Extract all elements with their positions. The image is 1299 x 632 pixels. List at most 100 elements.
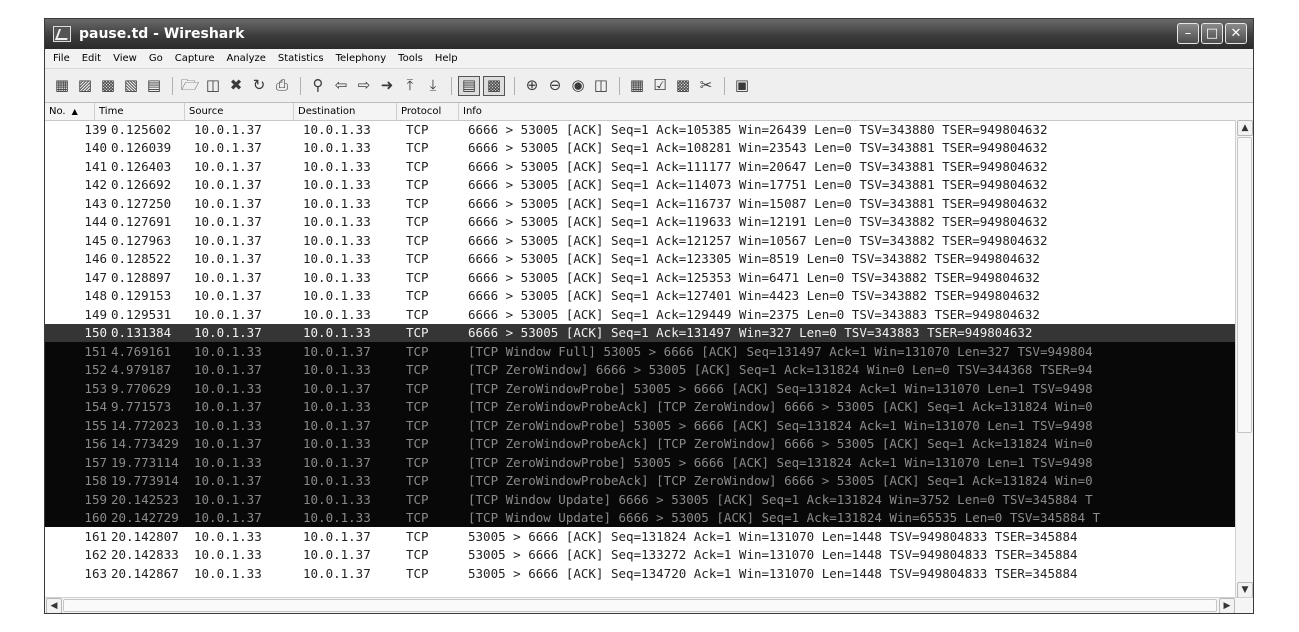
table-row[interactable]: 146 0.128522 10.0.1.37 10.0.1.33 TCP 6666 > 5… xyxy=(45,250,1235,269)
vertical-scrollbar[interactable]: ▲ ▼ xyxy=(1235,120,1253,598)
display-filters-icon[interactable]: ☑ xyxy=(649,76,671,96)
capture-options-icon[interactable]: ▨ xyxy=(74,76,96,96)
find-packet-icon[interactable]: ⚲ xyxy=(307,76,329,96)
minimize-button[interactable]: – xyxy=(1177,23,1199,44)
column-header-protocol[interactable]: Protocol xyxy=(397,103,459,120)
menu-file[interactable]: File xyxy=(47,53,76,64)
column-label: Destination xyxy=(298,106,356,117)
interface-list-icon[interactable]: ▦ xyxy=(51,76,73,96)
preferences-icon[interactable]: ✂ xyxy=(695,76,717,96)
table-row[interactable]: 141 0.126403 10.0.1.37 10.0.1.33 TCP 6666 > 5… xyxy=(45,157,1235,176)
table-row-selected[interactable]: 150 0.131384 10.0.1.37 10.0.1.33 TCP 6666 > 5… xyxy=(45,323,1235,342)
go-forward-icon[interactable]: ⇨ xyxy=(353,76,375,96)
table-row[interactable]: 142 0.126692 10.0.1.37 10.0.1.33 TCP 6666 > 5… xyxy=(45,176,1235,195)
table-row[interactable]: 160 20.142729 10.0.1.37 10.0.1.33 TCP [TCP Wi… xyxy=(45,508,1235,527)
menu-help[interactable]: Help xyxy=(429,53,464,64)
scrollbar-thumb[interactable] xyxy=(63,599,1217,612)
go-first-icon[interactable]: ⤒ xyxy=(399,76,421,96)
cell-src: 10.0.1.33 xyxy=(194,454,262,470)
table-row[interactable]: 157 19.773114 10.0.1.33 10.0.1.37 TCP [TCP Ze… xyxy=(45,453,1235,472)
cell-proto: TCP xyxy=(406,528,429,544)
horizontal-scrollbar[interactable]: ◀ ▶ xyxy=(45,597,1253,613)
cell-no: 144 xyxy=(84,214,107,230)
menu-view[interactable]: View xyxy=(107,53,143,64)
capture-filters-icon[interactable]: ▦ xyxy=(626,76,648,96)
go-last-icon[interactable]: ⤓ xyxy=(422,76,444,96)
table-row[interactable]: 140 0.126039 10.0.1.37 10.0.1.33 TCP 6666 > 5… xyxy=(45,139,1235,158)
menu-capture[interactable]: Capture xyxy=(169,53,221,64)
cell-dst: 10.0.1.33 xyxy=(303,121,371,137)
table-row[interactable]: 149 0.129531 10.0.1.37 10.0.1.33 TCP 6666 > 5… xyxy=(45,305,1235,324)
table-row[interactable]: 143 0.127250 10.0.1.37 10.0.1.33 TCP 6666 > 5… xyxy=(45,194,1235,213)
open-file-icon[interactable]: 🗁 xyxy=(179,76,201,96)
table-row[interactable]: 159 20.142523 10.0.1.37 10.0.1.33 TCP [TCP Wi… xyxy=(45,490,1235,509)
table-row[interactable]: 158 19.773914 10.0.1.37 10.0.1.33 TCP [TCP Ze… xyxy=(45,471,1235,490)
cell-time: 0.126403 xyxy=(111,158,172,174)
menu-tools[interactable]: Tools xyxy=(392,53,429,64)
help-icon[interactable]: ▣ xyxy=(731,76,753,96)
maximize-button[interactable]: □ xyxy=(1201,23,1223,44)
wireshark-window: pause.td - Wireshark – □ ✕ File Edit View G… xyxy=(44,18,1254,614)
stop-capture-icon[interactable]: ▧ xyxy=(120,76,142,96)
reload-icon[interactable]: ↻ xyxy=(248,76,270,96)
scroll-left-icon[interactable]: ◀ xyxy=(46,598,62,613)
cell-proto: TCP xyxy=(406,454,429,470)
cell-src: 10.0.1.37 xyxy=(194,251,262,267)
scroll-up-icon[interactable]: ▲ xyxy=(1237,120,1253,136)
restart-capture-icon[interactable]: ▤ xyxy=(143,76,165,96)
table-row[interactable]: 154 9.771573 10.0.1.37 10.0.1.33 TCP [TCP Zer… xyxy=(45,397,1235,416)
column-header-destination[interactable]: Destination xyxy=(294,103,397,120)
table-row[interactable]: 152 4.979187 10.0.1.37 10.0.1.33 TCP [TCP Zer… xyxy=(45,360,1235,379)
close-button[interactable]: ✕ xyxy=(1225,23,1247,44)
table-row[interactable]: 156 14.773429 10.0.1.37 10.0.1.33 TCP [TCP Ze… xyxy=(45,434,1235,453)
cell-proto: TCP xyxy=(406,547,429,563)
go-to-packet-icon[interactable]: ➜ xyxy=(376,76,398,96)
table-row[interactable]: 163 20.142867 10.0.1.33 10.0.1.37 TCP 53005 >… xyxy=(45,564,1235,583)
zoom-in-icon[interactable]: ⊕ xyxy=(521,76,543,96)
cell-src: 10.0.1.37 xyxy=(194,121,262,137)
menu-statistics[interactable]: Statistics xyxy=(272,53,330,64)
save-file-icon[interactable]: ◫ xyxy=(202,76,224,96)
table-row[interactable]: 139 0.125602 10.0.1.37 10.0.1.33 TCP 6666 > 5… xyxy=(45,120,1235,139)
go-back-icon[interactable]: ⇦ xyxy=(330,76,352,96)
column-headers: No. ▲ Time Source Destination Protocol In… xyxy=(45,103,1253,121)
column-header-time[interactable]: Time xyxy=(95,103,185,120)
cell-proto: TCP xyxy=(406,251,429,267)
start-capture-icon[interactable]: ▩ xyxy=(97,76,119,96)
cell-dst: 10.0.1.37 xyxy=(303,454,371,470)
table-row[interactable]: 153 9.770629 10.0.1.33 10.0.1.37 TCP [TCP Zer… xyxy=(45,379,1235,398)
cell-time: 0.128522 xyxy=(111,251,172,267)
scroll-down-icon[interactable]: ▼ xyxy=(1237,582,1253,598)
print-icon[interactable]: ⎙ xyxy=(271,76,293,96)
close-file-icon[interactable]: ✖ xyxy=(225,76,247,96)
scrollbar-thumb[interactable] xyxy=(1237,137,1252,433)
resize-columns-icon[interactable]: ◫ xyxy=(590,76,612,96)
cell-info: 6666 > 53005 [ACK] Seq=1 Ack=119633 Win=… xyxy=(468,214,1048,230)
menu-edit[interactable]: Edit xyxy=(76,53,107,64)
cell-proto: TCP xyxy=(406,232,429,248)
table-row[interactable]: 161 20.142807 10.0.1.33 10.0.1.37 TCP 53005 >… xyxy=(45,527,1235,546)
cell-info: [TCP ZeroWindowProbeAck] [TCP ZeroWindow… xyxy=(468,436,1093,452)
colorize-icon[interactable]: ▤ xyxy=(458,75,480,96)
coloring-rules-icon[interactable]: ▩ xyxy=(672,76,694,96)
column-header-no[interactable]: No. ▲ xyxy=(45,103,95,120)
cell-time: 19.773114 xyxy=(111,454,179,470)
scroll-right-icon[interactable]: ▶ xyxy=(1219,598,1235,613)
column-header-info[interactable]: Info xyxy=(459,103,1226,120)
column-header-source[interactable]: Source xyxy=(185,103,294,120)
table-row[interactable]: 151 4.769161 10.0.1.33 10.0.1.37 TCP [TCP Win… xyxy=(45,342,1235,361)
table-row[interactable]: 147 0.128897 10.0.1.37 10.0.1.33 TCP 6666 > 5… xyxy=(45,268,1235,287)
menu-go[interactable]: Go xyxy=(143,53,169,64)
autoscroll-icon[interactable]: ▩ xyxy=(483,75,505,96)
zoom-out-icon[interactable]: ⊖ xyxy=(544,76,566,96)
menu-analyze[interactable]: Analyze xyxy=(220,53,271,64)
table-row[interactable]: 148 0.129153 10.0.1.37 10.0.1.33 TCP 6666 > 5… xyxy=(45,287,1235,306)
table-row[interactable]: 155 14.772023 10.0.1.33 10.0.1.37 TCP [TCP Ze… xyxy=(45,416,1235,435)
table-row[interactable]: 144 0.127691 10.0.1.37 10.0.1.33 TCP 6666 > 5… xyxy=(45,213,1235,232)
cell-src: 10.0.1.33 xyxy=(194,380,262,396)
normal-size-icon[interactable]: ◉ xyxy=(567,76,589,96)
table-row[interactable]: 145 0.127963 10.0.1.37 10.0.1.33 TCP 6666 > 5… xyxy=(45,231,1235,250)
cell-info: 6666 > 53005 [ACK] Seq=1 Ack=123305 Win=… xyxy=(468,251,1040,267)
menu-telephony[interactable]: Telephony xyxy=(330,53,393,64)
table-row[interactable]: 162 20.142833 10.0.1.33 10.0.1.37 TCP 53005 >… xyxy=(45,546,1235,565)
